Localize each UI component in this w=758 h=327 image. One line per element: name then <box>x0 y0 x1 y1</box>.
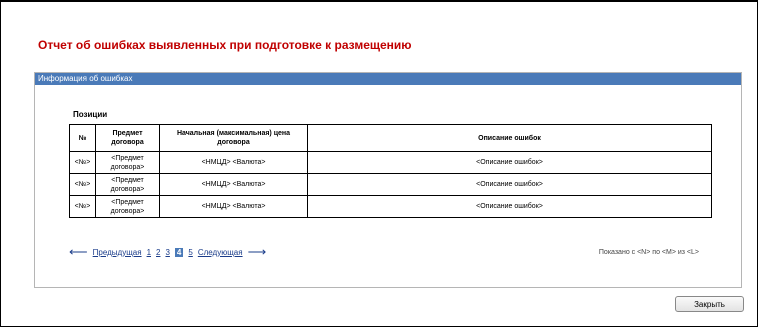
errors-panel: Информация об ошибках Позиции № Предмет … <box>34 72 742 288</box>
column-header: Описание ошибок <box>307 124 712 152</box>
page-link-2[interactable]: 2 <box>156 248 160 257</box>
page-link-5[interactable]: 5 <box>188 248 192 257</box>
table-row: <№> <Предмет договора> <НМЦД> <Валюта> <… <box>69 195 712 218</box>
cell-price: <НМЦД> <Валюта> <box>159 173 308 196</box>
column-header: Предмет договора <box>95 124 160 152</box>
positions-table: № Предмет договора Начальная (максимальн… <box>69 124 712 218</box>
cell-price: <НМЦД> <Валюта> <box>159 195 308 218</box>
page-link-1[interactable]: 1 <box>147 248 151 257</box>
prev-page-link[interactable]: Предыдущая <box>93 248 142 257</box>
page-link-3[interactable]: 3 <box>165 248 169 257</box>
cell-subject: <Предмет договора> <box>95 195 160 218</box>
cell-number: <№> <box>69 195 96 218</box>
column-header: Начальная (максимальная) цена договора <box>159 124 308 152</box>
cell-price: <НМЦД> <Валюта> <box>159 151 308 174</box>
cell-subject: <Предмет договора> <box>95 173 160 196</box>
cell-error-description: <Описание ошибок> <box>307 195 712 218</box>
cell-error-description: <Описание ошибок> <box>307 173 712 196</box>
section-label: Позиции <box>73 110 108 119</box>
pagination: ⟵ Предыдущая 1 2 3 4 5 Следующая ⟶ <box>69 245 267 258</box>
table-header-row: № Предмет договора Начальная (максимальн… <box>69 124 712 152</box>
table-row: <№> <Предмет договора> <НМЦД> <Валюта> <… <box>69 173 712 196</box>
arrow-right-icon[interactable]: ⟶ <box>248 245 267 258</box>
close-button[interactable]: Закрыть <box>675 296 744 312</box>
cell-number: <№> <box>69 173 96 196</box>
cell-subject: <Предмет договора> <box>95 151 160 174</box>
next-page-link[interactable]: Следующая <box>198 248 243 257</box>
arrow-left-icon[interactable]: ⟵ <box>69 245 88 258</box>
cell-error-description: <Описание ошибок> <box>307 151 712 174</box>
cell-number: <№> <box>69 151 96 174</box>
current-page: 4 <box>174 247 184 257</box>
table-row: <№> <Предмет договора> <НМЦД> <Валюта> <… <box>69 151 712 174</box>
column-header: № <box>69 124 96 152</box>
panel-header: Информация об ошибках <box>35 73 741 85</box>
report-title: Отчет об ошибках выявленных при подготов… <box>38 38 412 52</box>
shown-range-text: Показано с <N> по <M> из <L> <box>598 249 699 256</box>
